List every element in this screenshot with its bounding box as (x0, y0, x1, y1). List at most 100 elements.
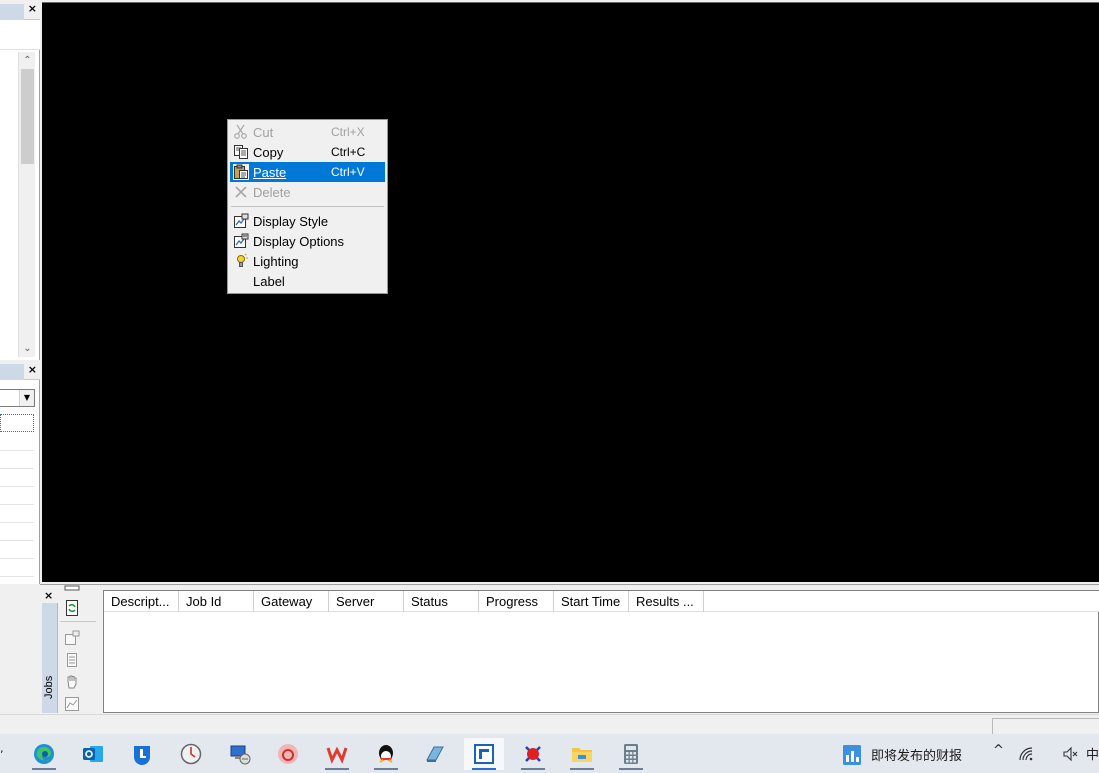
jobs-toolbar (58, 585, 100, 713)
left-bottom-pane: × ▼ (0, 362, 40, 584)
running-indicator (374, 768, 398, 770)
active-indicator (472, 768, 496, 770)
refresh-jobs-icon[interactable] (64, 600, 80, 616)
taskbar-app-calculator[interactable] (611, 738, 651, 770)
column-header-start-time[interactable]: Start Time (554, 591, 629, 612)
taskbar-app-lenovo-vantage[interactable] (122, 738, 162, 770)
menu-item-copy[interactable]: Copy Ctrl+C (230, 142, 385, 162)
qq-icon (379, 745, 393, 763)
column-header-status[interactable]: Status (404, 591, 479, 612)
taskbar-app-eraser[interactable] (415, 738, 455, 770)
taskbar-app-wps[interactable] (317, 738, 357, 770)
menu-item-paste[interactable]: Paste Ctrl+V (230, 162, 385, 182)
running-indicator (619, 768, 643, 770)
grid-row[interactable] (0, 414, 34, 432)
column-header-description[interactable]: Descript... (104, 591, 179, 612)
molecule-app-icon (525, 746, 541, 762)
job-properties-icon[interactable] (64, 630, 80, 646)
left-bottom-pane-title: × (0, 362, 40, 380)
close-pane-button[interactable]: × (28, 2, 37, 15)
menu-item-display-options[interactable]: Display Options (230, 231, 385, 251)
input-method-indicator[interactable]: 中 (1086, 744, 1099, 763)
lenovo-vantage-icon (134, 746, 150, 765)
network-icon[interactable] (1018, 746, 1034, 762)
grid-row[interactable] (0, 505, 34, 523)
job-server-icon[interactable] (64, 652, 80, 668)
toolbar-separator (60, 621, 96, 622)
menu-item-shortcut: Ctrl+C (331, 145, 366, 159)
taskbar-app-file-explorer[interactable] (562, 738, 602, 770)
menu-item-label: Lighting (253, 254, 299, 269)
menu-item-delete[interactable]: Delete (230, 182, 385, 202)
status-bar-panel (992, 718, 1099, 735)
column-header-job-id[interactable]: Job Id (179, 591, 254, 612)
lighting-icon (237, 253, 248, 267)
volume-muted-icon[interactable] (1062, 746, 1078, 762)
scroll-thumb[interactable] (21, 69, 34, 164)
left-top-pane: × ⌃ ⌄ (0, 0, 40, 360)
tab-jobs[interactable]: Jobs (43, 676, 55, 699)
wps-office-icon (326, 746, 348, 764)
menu-item-label: Display Style (253, 214, 329, 229)
scroll-up-icon[interactable]: ⌃ (19, 52, 36, 69)
close-pane-button[interactable]: × (44, 589, 53, 602)
menu-item-shortcut: Ctrl+X (331, 125, 365, 139)
grid-row[interactable] (0, 487, 34, 505)
running-indicator (325, 768, 349, 770)
status-bar (0, 714, 1099, 735)
3d-viewport[interactable] (42, 2, 1099, 582)
jobs-list-header: Descript... Job Id Gateway Server Status… (104, 591, 1099, 612)
menu-item-label: Copy (253, 145, 284, 160)
menu-item-lighting[interactable]: Lighting (230, 251, 385, 271)
paste-icon (233, 164, 249, 180)
toolbar-grip-icon (64, 585, 80, 591)
grid-row[interactable] (0, 469, 34, 487)
taskbar-app-clock[interactable] (171, 738, 211, 770)
taskbar-app-outlook[interactable] (73, 738, 113, 770)
menu-item-label: Paste (253, 165, 287, 180)
taskbar-app-qq[interactable] (366, 738, 406, 770)
netease-music-icon (278, 744, 298, 764)
menu-separator (231, 206, 384, 207)
taskbar-app-molecule[interactable] (513, 738, 553, 770)
running-indicator (32, 768, 56, 770)
running-indicator (521, 768, 545, 770)
pane-dropdown[interactable]: ▼ (0, 389, 35, 407)
job-results-icon[interactable] (64, 696, 80, 712)
materials-studio-icon (474, 744, 494, 764)
show-hidden-icons-chevron-icon[interactable]: ^ (993, 743, 1004, 758)
pane-title-tint (0, 364, 24, 380)
delete-icon (235, 186, 247, 198)
menu-item-cut[interactable]: Cut Ctrl+X (230, 122, 385, 142)
menu-item-label: Label (253, 274, 285, 289)
jobs-list[interactable]: Descript... Job Id Gateway Server Status… (103, 590, 1099, 713)
grid-row[interactable] (0, 523, 34, 541)
taskbar-app-materials-studio[interactable] (464, 738, 504, 770)
menu-item-display-style[interactable]: Display Style (230, 211, 385, 231)
close-pane-button[interactable]: × (28, 363, 37, 376)
grid-row[interactable] (0, 433, 34, 451)
stop-job-hand-icon[interactable] (64, 674, 80, 690)
display-style-icon (234, 213, 249, 228)
chevron-down-icon[interactable]: ▼ (19, 390, 34, 406)
grid-row[interactable] (0, 541, 34, 559)
edge-icon (34, 744, 54, 764)
left-top-pane-title: × (0, 0, 40, 20)
taskbar-app-remote-desktop[interactable] (220, 738, 260, 770)
column-header-gateway[interactable]: Gateway (254, 591, 329, 612)
column-header-server[interactable]: Server (329, 591, 404, 612)
taskbar-app-netease-music[interactable] (268, 738, 308, 770)
column-header-results[interactable]: Results ... (629, 591, 704, 612)
taskbar-app-edge[interactable] (24, 738, 64, 770)
pane-title-tint (0, 4, 24, 20)
running-indicator (570, 768, 594, 770)
vertical-scrollbar[interactable]: ⌃ ⌄ (18, 52, 35, 357)
taskbar-edge-chevron: ‚ (0, 742, 4, 755)
scroll-down-icon[interactable]: ⌄ (19, 340, 36, 357)
menu-item-label-item[interactable]: Label (230, 271, 385, 291)
grid-row[interactable] (0, 559, 34, 577)
grid-row[interactable] (0, 451, 34, 469)
remote-desktop-icon (230, 745, 251, 765)
copy-icon (234, 145, 248, 159)
column-header-progress[interactable]: Progress (479, 591, 554, 612)
